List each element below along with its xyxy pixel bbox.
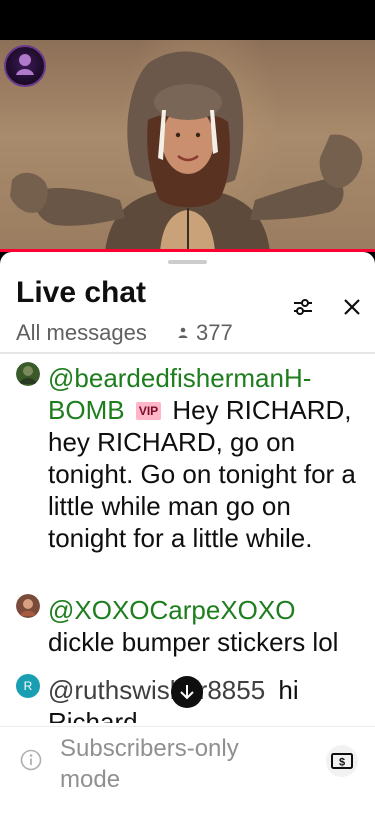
message-body: @beardedfishermanH-BOMB VIP Hey RICHARD,… xyxy=(48,362,363,554)
chat-footer: Subscribers-only mode $ xyxy=(0,726,375,840)
vip-badge: VIP xyxy=(135,402,162,420)
chat-message-list[interactable]: @beardedfishermanH-BOMB VIP Hey RICHARD,… xyxy=(0,358,375,723)
user-avatar[interactable] xyxy=(16,594,40,618)
dollar-bill-icon: $ xyxy=(331,753,353,769)
chat-title: Live chat xyxy=(16,276,147,309)
viewer-count: 377 xyxy=(176,320,233,346)
svg-text:$: $ xyxy=(339,757,345,769)
arrow-down-icon xyxy=(180,685,194,700)
close-icon xyxy=(344,299,360,315)
message-author[interactable]: @ruthswisher8855 xyxy=(48,675,265,705)
person-icon xyxy=(178,327,188,338)
channel-logo[interactable] xyxy=(4,45,46,87)
info-icon[interactable] xyxy=(20,749,42,771)
viewer-count-value: 377 xyxy=(196,320,233,345)
video-player[interactable] xyxy=(0,40,375,252)
subscribers-only-mode-text: Subscribers-only mode xyxy=(60,735,239,793)
header-divider xyxy=(0,352,375,354)
video-frame-illustration xyxy=(10,51,363,252)
close-button[interactable] xyxy=(337,292,367,322)
scroll-to-bottom-button[interactable] xyxy=(171,676,203,708)
filter-button[interactable] xyxy=(288,292,318,322)
channel-logo-art xyxy=(16,54,34,75)
chat-filter-dropdown[interactable]: All messages xyxy=(16,320,147,346)
chat-header: Live chat All messages 377 xyxy=(0,268,375,354)
drag-handle[interactable] xyxy=(168,260,207,264)
live-chat-panel: Live chat All messages 377 @beardedfishe… xyxy=(0,252,375,840)
status-bar xyxy=(0,0,375,40)
user-avatar[interactable] xyxy=(16,362,40,386)
message-body: @ruthswisher8855 hi Richard xyxy=(48,674,363,723)
message-author[interactable]: @XOXOCarpeXOXO xyxy=(48,595,295,625)
message-body: @XOXOCarpeXOXO dickle bumper stickers lo… xyxy=(48,594,363,658)
user-avatar[interactable]: R xyxy=(16,674,40,698)
super-chat-button[interactable]: $ xyxy=(326,745,358,777)
sliders-icon xyxy=(294,299,312,315)
message-text: dickle bumper stickers lol xyxy=(48,627,339,657)
